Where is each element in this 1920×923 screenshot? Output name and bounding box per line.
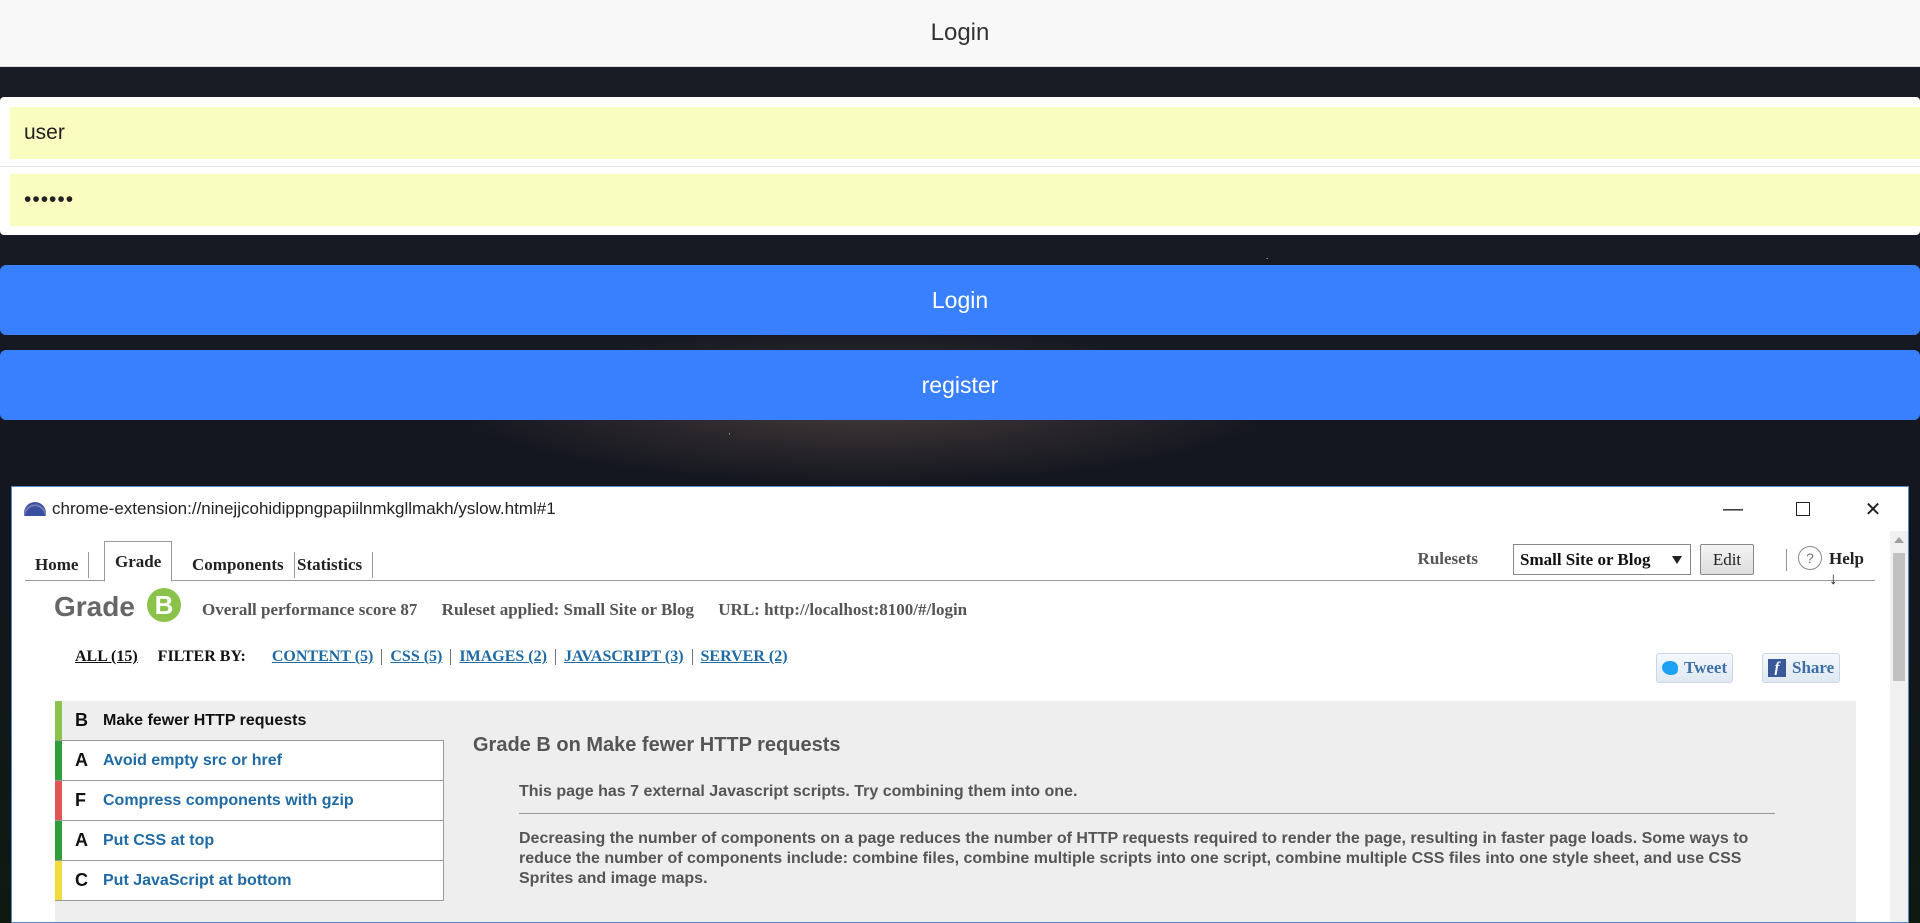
scroll-thumb[interactable]: [1893, 553, 1905, 681]
rule-item[interactable]: A Put CSS at top: [55, 821, 444, 861]
filter-by-label: FILTER BY:: [157, 648, 246, 665]
tab-components[interactable]: Components: [182, 552, 295, 578]
vertical-scrollbar[interactable]: [1890, 531, 1908, 922]
maximize-icon[interactable]: [1768, 487, 1838, 531]
minimize-icon[interactable]: —: [1698, 487, 1768, 531]
overall-score: Overall performance score 87: [202, 600, 418, 619]
help-divider: [1786, 549, 1787, 571]
login-form: [0, 97, 1920, 235]
rule-label: Put JavaScript at bottom: [103, 871, 292, 889]
tweet-button[interactable]: Tweet: [1656, 653, 1734, 683]
rule-item[interactable]: C Put JavaScript at bottom: [55, 861, 444, 901]
tab-statistics[interactable]: Statistics: [287, 552, 374, 578]
rule-grade: F: [75, 790, 86, 810]
tweet-label: Tweet: [1684, 658, 1728, 677]
app-header: Login: [0, 0, 1920, 67]
share-label: Share: [1792, 658, 1835, 677]
edit-button[interactable]: Edit: [1700, 544, 1754, 575]
rule-grade: C: [75, 870, 88, 890]
grade-bar: [55, 701, 62, 740]
tab-home[interactable]: Home: [25, 552, 90, 578]
yslow-window: chrome-extension://ninejjcohidippngpapii…: [11, 486, 1909, 923]
page-url: URL: http://localhost:8100/#/login: [718, 600, 968, 619]
tab-bar: Home Grade Components Statistics Ruleset…: [25, 541, 1875, 588]
grade-bar: [55, 821, 62, 860]
detail-body: Decreasing the number of components on a…: [519, 830, 1749, 887]
yslow-icon: [24, 502, 46, 516]
password-input[interactable]: [10, 174, 1920, 226]
filter-all[interactable]: ALL (15): [75, 648, 138, 666]
grade-badge: B: [147, 588, 181, 622]
filter-javascript[interactable]: JAVASCRIPT (3): [556, 649, 693, 665]
rule-label: Make fewer HTTP requests: [103, 711, 307, 729]
window-controls: — ✕: [1698, 487, 1908, 531]
username-input[interactable]: [10, 107, 1920, 159]
detail-divider: [519, 813, 1775, 814]
rule-item[interactable]: B Make fewer HTTP requests: [55, 701, 444, 741]
window-titlebar[interactable]: chrome-extension://ninejjcohidippngpapii…: [12, 487, 1908, 531]
filter-bar: ALL (15) FILTER BY: CONTENT (5) CSS (5) …: [75, 648, 796, 666]
form-divider: [0, 166, 1920, 167]
caret-down-icon: [1672, 556, 1682, 564]
grade-bar: [55, 741, 62, 780]
grade-bar: [55, 861, 62, 900]
help-icon[interactable]: ?: [1798, 546, 1822, 570]
yslow-content: Home Grade Components Statistics Ruleset…: [12, 531, 1892, 922]
twitter-icon: [1662, 661, 1678, 675]
grade-summary: Overall performance score 87 Ruleset app…: [202, 600, 987, 620]
detail-title: Grade B on Make fewer HTTP requests: [473, 734, 841, 756]
help-link[interactable]: Help ↓: [1829, 549, 1875, 589]
rule-grade: A: [75, 830, 88, 850]
results-panel: B Make fewer HTTP requests A Avoid empty…: [55, 701, 1856, 922]
filter-images[interactable]: IMAGES (2): [451, 649, 556, 665]
close-icon[interactable]: ✕: [1838, 487, 1908, 531]
ruleset-applied: Ruleset applied: Small Site or Blog: [441, 600, 695, 619]
detail-message: This page has 7 external Javascript scri…: [519, 783, 1078, 800]
window-url: chrome-extension://ninejjcohidippngpapii…: [52, 499, 556, 518]
rule-label: Compress components with gzip: [103, 791, 354, 809]
scroll-up-icon[interactable]: [1894, 537, 1904, 543]
rule-item[interactable]: F Compress components with gzip: [55, 781, 444, 821]
rule-item[interactable]: A Avoid empty src or href: [55, 741, 444, 781]
ruleset-value: Small Site or Blog: [1520, 549, 1651, 569]
filter-css[interactable]: CSS (5): [382, 649, 452, 665]
register-button[interactable]: register: [0, 350, 1920, 420]
rule-grade: B: [75, 710, 88, 730]
rule-grade: A: [75, 750, 88, 770]
grade-bar: [55, 781, 62, 820]
facebook-icon: f: [1768, 659, 1786, 677]
filter-server[interactable]: SERVER (2): [693, 649, 796, 665]
rulesets-label: Rulesets: [1417, 549, 1478, 568]
rule-label: Put CSS at top: [103, 831, 215, 849]
grade-title: Grade: [54, 591, 135, 622]
tab-grade[interactable]: Grade: [104, 541, 173, 582]
filter-content[interactable]: CONTENT (5): [264, 649, 383, 665]
rule-label: Avoid empty src or href: [103, 751, 283, 769]
login-button[interactable]: Login: [0, 265, 1920, 335]
share-button[interactable]: f Share: [1762, 653, 1841, 683]
ruleset-select[interactable]: Small Site or Blog: [1513, 544, 1691, 575]
page-title: Login: [930, 19, 990, 46]
